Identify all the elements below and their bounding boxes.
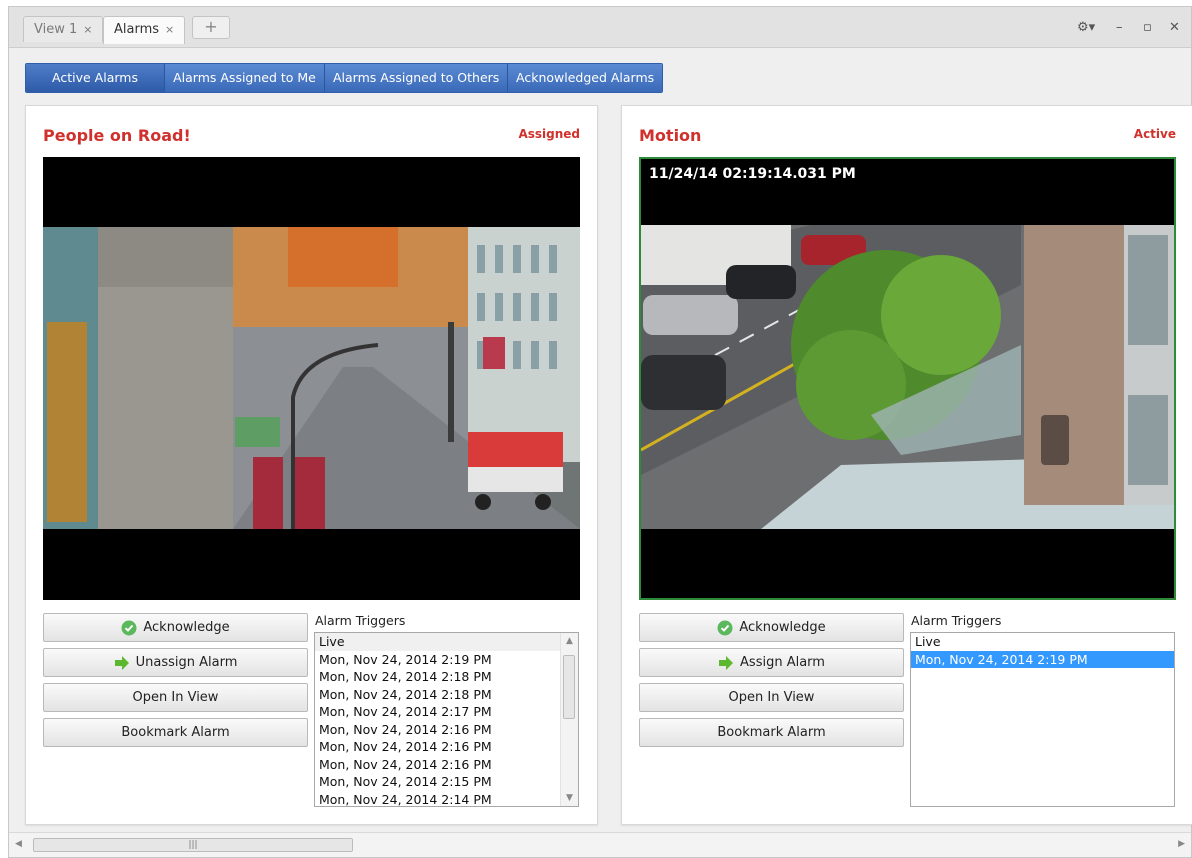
button-label: Bookmark Alarm [121,725,230,740]
alarm-title: Motion [639,126,702,145]
check-circle-icon [717,620,733,636]
minimize-icon[interactable]: – [1116,20,1123,35]
list-item[interactable]: Mon, Nov 24, 2014 2:15 PM [315,773,578,791]
settings-gear-icon[interactable]: ⚙▾ [1077,20,1095,35]
acknowledge-button[interactable]: Acknowledge [639,613,904,642]
tab-label: Alarms [114,22,160,37]
close-tab-icon[interactable]: × [165,23,174,36]
button-label: Acknowledge [143,620,230,635]
add-tab-button[interactable]: + [192,16,230,39]
check-circle-icon [121,620,137,636]
scroll-thumb[interactable]: ||| [33,838,353,852]
alarm-triggers-list[interactable]: Live Mon, Nov 24, 2014 2:19 PM [910,632,1175,807]
alarm-filter-tabs: Active Alarms Alarms Assigned to Me Alar… [25,63,663,93]
alarm-status: Active [1133,127,1176,141]
alarm-panel-people-on-road: People on Road! Assigned Acknowledge Una… [25,105,598,825]
list-item[interactable]: Mon, Nov 24, 2014 2:18 PM [315,668,578,686]
open-in-view-button[interactable]: Open In View [639,683,904,712]
tab-alarms[interactable]: Alarms × [103,16,186,44]
alarm-triggers-list[interactable]: Live Mon, Nov 24, 2014 2:19 PM Mon, Nov … [314,632,579,807]
view-tab-bar: View 1 × Alarms × + ⚙▾ – ▫ ✕ [9,7,1191,48]
button-label: Bookmark Alarm [717,725,826,740]
tab-label: View 1 [34,22,78,37]
list-item[interactable]: Mon, Nov 24, 2014 2:14 PM [315,791,578,807]
scroll-thumb[interactable] [563,655,575,719]
alarm-title: People on Road! [43,126,191,145]
acknowledge-button[interactable]: Acknowledge [43,613,308,642]
horizontal-scrollbar[interactable]: ◀ ||| ▶ [9,832,1191,857]
tab-alarms-assigned-to-me[interactable]: Alarms Assigned to Me [165,64,325,92]
maximize-icon[interactable]: ▫ [1143,20,1152,35]
list-item[interactable]: Mon, Nov 24, 2014 2:18 PM [315,686,578,704]
list-item[interactable]: Mon, Nov 24, 2014 2:16 PM [315,721,578,739]
camera-video[interactable]: 11/24/14 02:19:14.031 PM [639,157,1176,600]
alarm-triggers-label: Alarm Triggers [315,613,406,628]
list-item-selected[interactable]: Mon, Nov 24, 2014 2:19 PM [911,650,1174,668]
bookmark-alarm-button[interactable]: Bookmark Alarm [639,718,904,747]
button-label: Open In View [728,690,815,705]
tab-active-alarms[interactable]: Active Alarms [26,64,165,92]
close-tab-icon[interactable]: × [83,23,92,36]
tab-alarms-assigned-to-others[interactable]: Alarms Assigned to Others [325,64,508,92]
button-label: Assign Alarm [740,655,825,670]
button-label: Acknowledge [739,620,826,635]
list-item[interactable]: Mon, Nov 24, 2014 2:17 PM [315,703,578,721]
alarm-panel-motion: Motion Active 11/24/14 02:19:14.031 PM A… [621,105,1192,825]
alarms-window: View 1 × Alarms × + ⚙▾ – ▫ ✕ Active Alarms… [8,6,1192,858]
list-scrollbar[interactable]: ▲ ▼ [560,633,578,806]
list-item[interactable]: Live [315,633,578,651]
green-arrow-icon [114,655,130,670]
list-item[interactable]: Mon, Nov 24, 2014 2:16 PM [315,738,578,756]
scroll-left-icon[interactable]: ◀ [15,839,22,849]
button-label: Open In View [132,690,219,705]
video-timestamp: 11/24/14 02:19:14.031 PM [649,166,856,182]
scroll-down-icon[interactable]: ▼ [566,793,573,803]
street-camera-image [641,225,1174,529]
list-item[interactable]: Mon, Nov 24, 2014 2:16 PM [315,756,578,774]
unassign-alarm-button[interactable]: Unassign Alarm [43,648,308,677]
assign-alarm-button[interactable]: Assign Alarm [639,648,904,677]
street-camera-image [43,227,580,529]
scroll-up-icon[interactable]: ▲ [566,636,573,646]
camera-video[interactable] [43,157,580,600]
tab-view-1[interactable]: View 1 × [23,16,104,42]
alarm-triggers-label: Alarm Triggers [911,613,1002,628]
bookmark-alarm-button[interactable]: Bookmark Alarm [43,718,308,747]
scroll-right-icon[interactable]: ▶ [1178,839,1185,849]
open-in-view-button[interactable]: Open In View [43,683,308,712]
list-item[interactable]: Live [911,633,1174,651]
green-arrow-icon [718,655,734,670]
tab-acknowledged-alarms[interactable]: Acknowledged Alarms [508,64,662,92]
button-label: Unassign Alarm [135,655,238,670]
close-window-icon[interactable]: ✕ [1169,20,1180,35]
list-item[interactable]: Mon, Nov 24, 2014 2:19 PM [315,651,578,669]
alarm-status: Assigned [518,127,580,141]
